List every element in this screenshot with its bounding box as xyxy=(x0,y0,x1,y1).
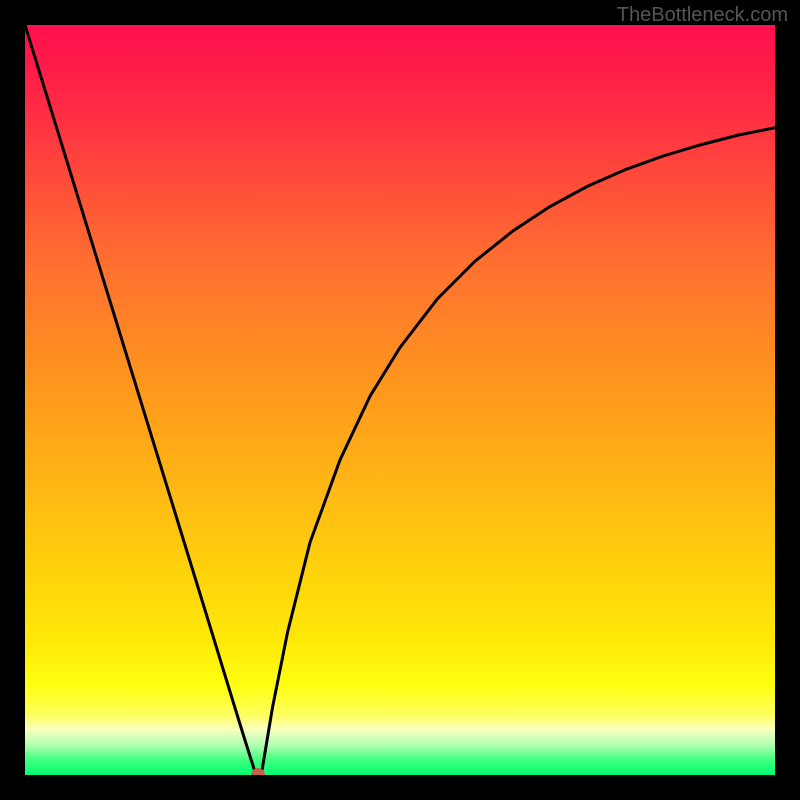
plot-area xyxy=(25,25,775,775)
curve-svg xyxy=(25,25,775,775)
minimum-marker xyxy=(251,768,265,775)
watermark-text: TheBottleneck.com xyxy=(617,4,788,27)
curve-right-branch xyxy=(261,128,775,775)
curve-left-branch xyxy=(25,25,256,775)
